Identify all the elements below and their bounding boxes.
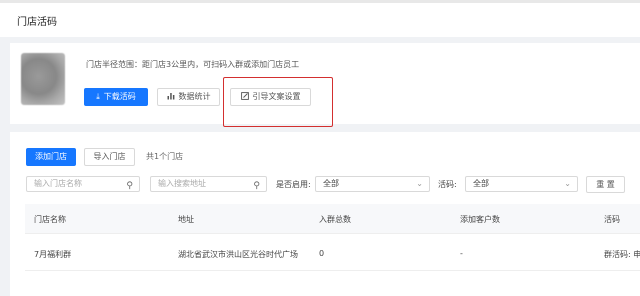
qr-code-thumbnail — [21, 53, 65, 105]
edit-icon — [240, 92, 249, 102]
page-title: 门店活码 — [17, 17, 57, 28]
download-code-button[interactable]: ⤓ 下载活码 — [84, 88, 148, 106]
column-header-group-total: 入群总数 — [319, 215, 351, 224]
add-store-button[interactable]: 添加门店 — [26, 148, 76, 166]
code-select-value: 全部 — [473, 179, 489, 188]
store-qr-card: 门店半径范围：距门店3公里内，可扫码入群或添加门店员工 ⤓ 下载活码 数据统计 … — [10, 43, 640, 124]
guide-text-settings-button[interactable]: 引导文案设置 — [230, 88, 311, 106]
column-header-code: 活码 — [604, 215, 620, 224]
table-row[interactable]: 7月福利群 湖北省武汉市洪山区光谷时代广场 0 - 群活码: 申 — [25, 235, 640, 271]
store-radius-description: 门店半径范围：距门店3公里内，可扫码入群或添加门店员工 — [86, 60, 300, 69]
guide-text-settings-label: 引导文案设置 — [252, 92, 301, 101]
enabled-select-value: 全部 — [323, 179, 339, 188]
reset-label: 重 置 — [596, 179, 615, 189]
cell-address: 湖北省武汉市洪山区光谷时代广场 — [178, 250, 298, 259]
address-placeholder: 输入搜索地址 — [158, 179, 206, 188]
download-icon: ⤓ — [96, 92, 100, 101]
code-select[interactable]: 全部 ⌄ — [465, 176, 578, 192]
address-search-input[interactable]: 输入搜索地址 ⚲ — [150, 176, 267, 192]
cell-code: 群活码: 申 — [604, 250, 640, 259]
enabled-select[interactable]: 全部 ⌄ — [315, 176, 430, 192]
column-header-address: 地址 — [178, 215, 194, 224]
data-stats-button[interactable]: 数据统计 — [157, 88, 220, 106]
column-header-customers: 添加客户数 — [460, 215, 500, 224]
code-filter-label: 活码: — [438, 180, 457, 189]
download-code-label: 下载活码 — [103, 92, 136, 101]
data-stats-label: 数据统计 — [178, 92, 211, 101]
store-name-search-input[interactable]: 输入门店名称 ⚲ — [26, 176, 140, 192]
page-header: 门店活码 — [0, 0, 640, 37]
add-store-label: 添加门店 — [35, 152, 67, 161]
search-icon[interactable]: ⚲ — [253, 179, 260, 193]
cell-store-name: 7月福利群 — [34, 250, 72, 259]
store-count: 共1个门店 — [146, 152, 184, 161]
cell-customers: - — [460, 249, 463, 258]
reset-button[interactable]: 重 置 — [586, 176, 625, 193]
bar-chart-icon — [167, 92, 175, 102]
import-store-button[interactable]: 导入门店 — [84, 148, 135, 166]
store-name-placeholder: 输入门店名称 — [34, 179, 82, 188]
column-header-store-name: 门店名称 — [34, 215, 66, 224]
cell-group-total: 0 — [319, 249, 325, 258]
search-icon[interactable]: ⚲ — [126, 179, 133, 193]
chevron-down-icon: ⌄ — [416, 179, 423, 188]
import-store-label: 导入门店 — [93, 152, 126, 161]
table-header: 门店名称 地址 入群总数 添加客户数 活码 — [25, 204, 640, 234]
chevron-down-icon: ⌄ — [564, 179, 571, 188]
enabled-filter-label: 是否启用: — [276, 180, 311, 189]
store-list-card: 添加门店 导入门店 共1个门店 输入门店名称 ⚲ 输入搜索地址 ⚲ 是否启用: … — [10, 132, 640, 296]
